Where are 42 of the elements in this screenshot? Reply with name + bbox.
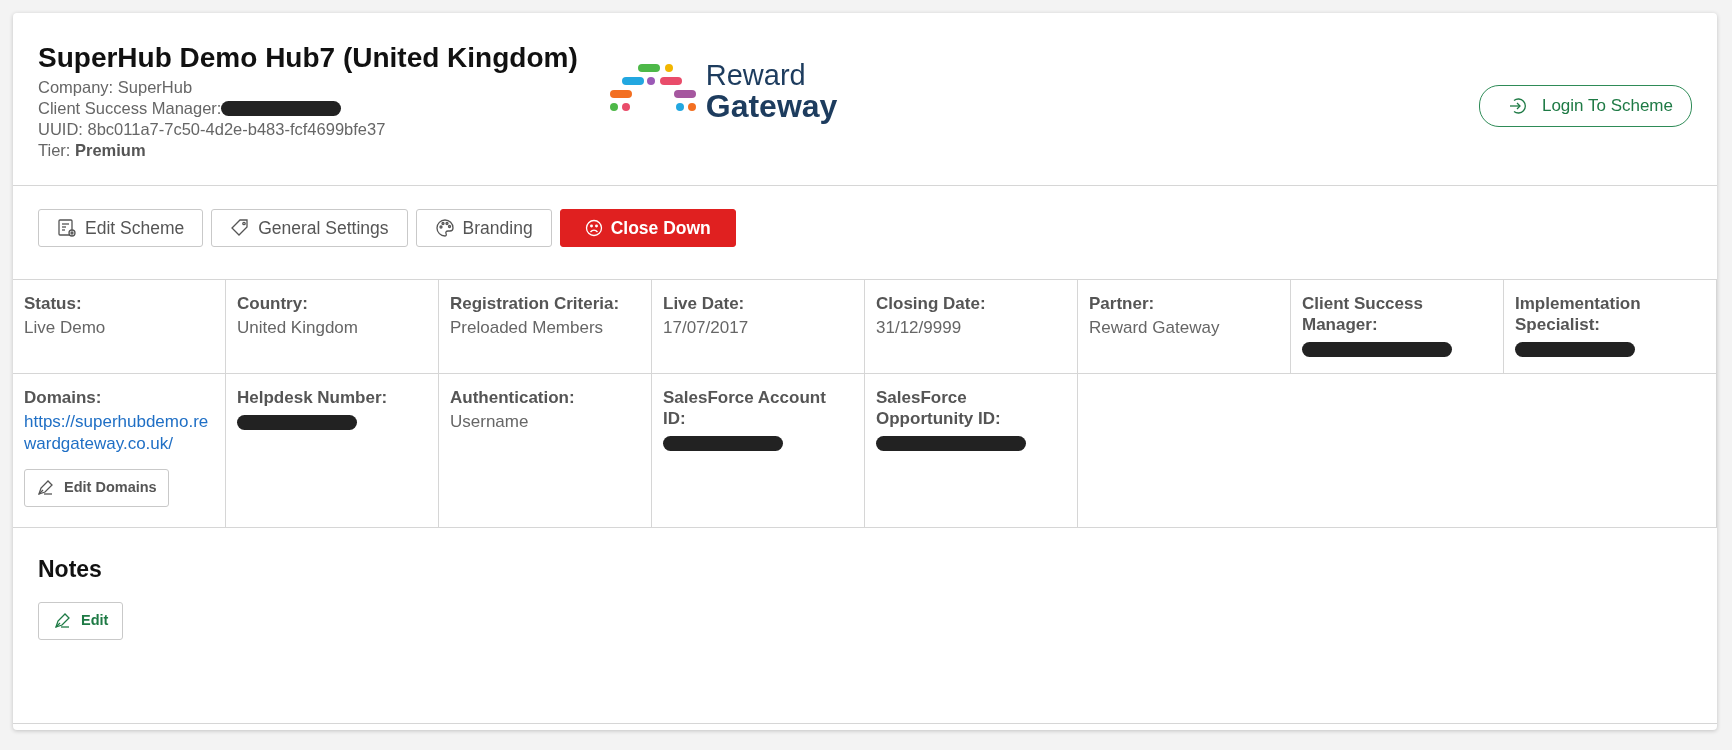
field-label: Implementation Specialist: bbox=[1515, 293, 1642, 336]
field-label: Partner: bbox=[1089, 293, 1156, 315]
field-label: Status: bbox=[24, 293, 83, 315]
field-value: United Kingdom bbox=[237, 317, 359, 340]
logo-text: Reward bbox=[705, 61, 807, 90]
field-label: SalesForce Opportunity ID: bbox=[876, 387, 1002, 430]
field-label: Client Success Manager: bbox=[1302, 293, 1424, 336]
field-label: Registration Criteria: bbox=[450, 293, 621, 315]
toolbar-button[interactable]: General Settings bbox=[211, 209, 408, 248]
toolbar-button[interactable]: Edit Scheme bbox=[38, 209, 204, 248]
info-line: UUID: 8bc011a7-7c50-4d2e-b483-fcf4699bfe37 bbox=[38, 118, 387, 140]
field-label: Authentication: bbox=[450, 387, 576, 409]
pen-icon bbox=[36, 479, 54, 498]
info-line: Client Success Manager: bbox=[38, 97, 222, 119]
domain-link[interactable]: https://superhubdemo.rewardgateway.co.uk/ bbox=[24, 411, 214, 456]
palette-icon bbox=[434, 218, 455, 239]
logo-text: Gateway bbox=[705, 90, 838, 122]
field-value: 17/07/2017 bbox=[663, 317, 750, 340]
info-line: Tier: Premium bbox=[38, 139, 147, 161]
field-value: Live Demo bbox=[24, 317, 107, 340]
field-label: Live Date: bbox=[663, 293, 746, 315]
field-label: Closing Date: bbox=[876, 293, 987, 315]
edit-domains-button[interactable]: Edit Domains bbox=[24, 469, 169, 507]
toolbar-button[interactable]: Branding bbox=[415, 209, 552, 248]
page-title: SuperHub Demo Hub7 (United Kingdom) bbox=[38, 41, 578, 75]
section-title: Notes bbox=[38, 556, 103, 584]
info-line: Company: SuperHub bbox=[38, 76, 194, 98]
login-arrow-icon bbox=[1507, 96, 1526, 115]
field-value: 31/12/9999 bbox=[876, 317, 963, 340]
frown-face-icon bbox=[584, 219, 603, 238]
edit-button[interactable]: Edit bbox=[38, 601, 124, 640]
login-button[interactable]: Login To Scheme bbox=[1478, 85, 1692, 127]
close-down-button[interactable]: Close Down bbox=[559, 209, 736, 248]
pen-icon bbox=[53, 611, 71, 630]
field-label: Domains: bbox=[24, 387, 103, 409]
field-value: Preloaded Members bbox=[450, 317, 605, 340]
field-label: SalesForce Account ID: bbox=[663, 387, 827, 430]
field-label: Country: bbox=[237, 293, 309, 315]
field-value: Reward Gateway bbox=[1089, 317, 1221, 340]
list-gear-icon bbox=[57, 218, 77, 239]
field-label: Helpdesk Number: bbox=[237, 387, 389, 409]
field-value: Username bbox=[450, 411, 530, 434]
